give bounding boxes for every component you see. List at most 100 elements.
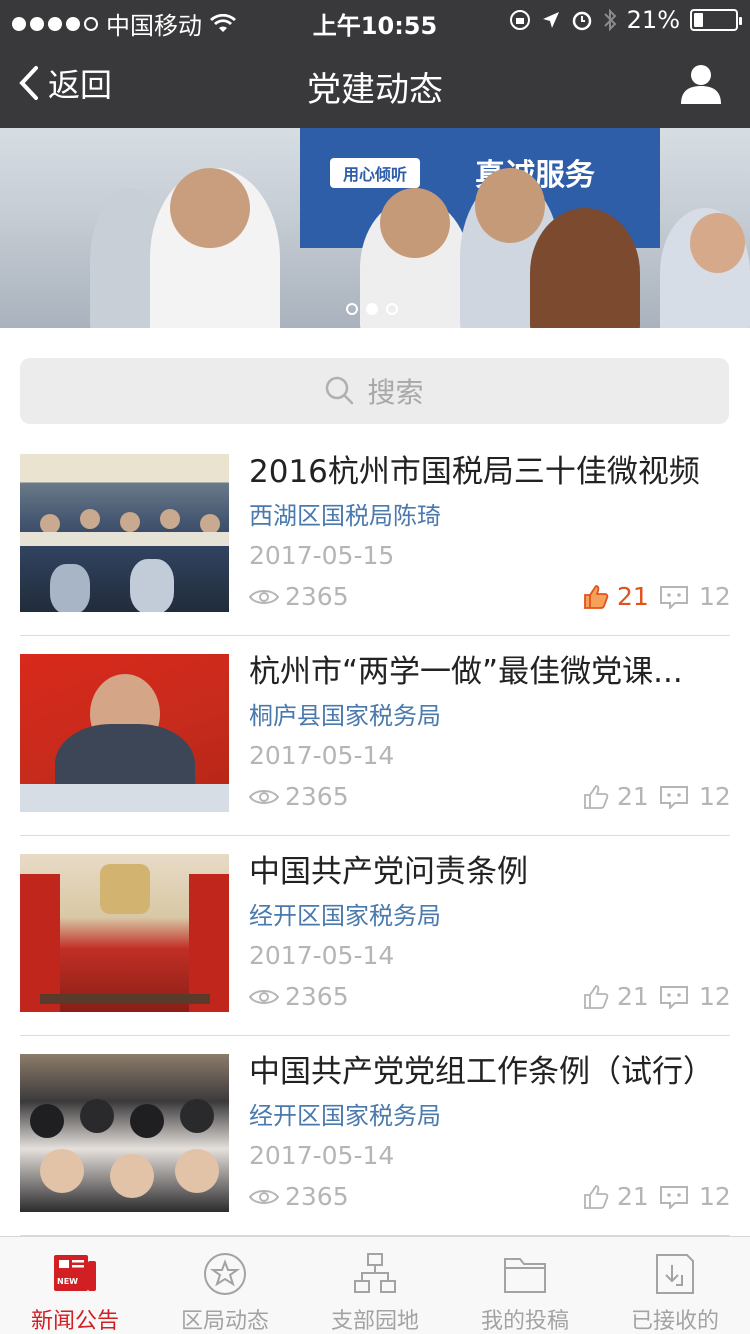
news-source: 西湖区国税局陈琦 [249, 502, 441, 530]
comment-count: 12 [699, 782, 731, 811]
news-date: 2017-05-14 [249, 941, 395, 970]
thumbs-up-icon [584, 984, 609, 1009]
tab-label: 我的投稿 [480, 1309, 569, 1334]
rotation-lock-icon [509, 10, 530, 30]
news-thumbnail [20, 454, 229, 612]
thumbs-up-icon [584, 584, 609, 609]
battery-icon [690, 9, 742, 31]
news-icon: NEW [54, 1255, 96, 1291]
view-count-value: 2365 [285, 782, 349, 811]
like-button[interactable]: 21 [583, 782, 649, 811]
thumbs-up-icon [584, 1184, 609, 1209]
banner-figure [530, 208, 640, 328]
comment-count: 12 [699, 1182, 731, 1211]
view-count: 2365 [249, 582, 349, 611]
tab-branch[interactable]: 支部园地 [300, 1237, 450, 1334]
folder-icon [504, 1258, 546, 1293]
search-placeholder: 搜索 [367, 376, 424, 409]
view-count-value: 2365 [285, 1182, 349, 1211]
search-bar[interactable]: 搜索 [20, 358, 729, 424]
like-count: 21 [617, 782, 649, 811]
comment-icon [660, 985, 688, 1009]
news-info: 中国共产党党组工作条例（试行） 经开区国家税务局 2017-05-14 2365… [249, 1052, 731, 1218]
news-date: 2017-05-14 [249, 1141, 395, 1170]
news-meta: 2365 21 12 [249, 982, 731, 1018]
comment-button[interactable]: 12 [659, 982, 731, 1011]
news-meta: 2365 21 12 [249, 782, 731, 818]
list-item[interactable]: 中国共产党问责条例 经开区国家税务局 2017-05-14 2365 21 12 [20, 836, 731, 1036]
new-badge: NEW [57, 1277, 78, 1286]
news-info: 中国共产党问责条例 经开区国家税务局 2017-05-14 2365 21 12 [249, 852, 731, 1018]
tab-label: 支部园地 [330, 1309, 419, 1334]
carousel-indicator [346, 303, 398, 315]
comment-icon [660, 585, 688, 609]
like-count: 21 [617, 1182, 649, 1211]
org-chart-icon [354, 1253, 396, 1293]
comment-button[interactable]: 12 [659, 582, 731, 611]
banner-sign-left: 用心倾听 [330, 158, 420, 188]
news-source: 经开区国家税务局 [249, 1102, 441, 1130]
like-button[interactable]: 21 [583, 1182, 649, 1211]
tab-label: 已接收的 [630, 1309, 719, 1334]
tab-bar: NEW 新闻公告 区局动态 支部园地 我的投稿 已接收的 [0, 1236, 750, 1334]
news-title[interactable]: 杭州市“两学一做”最佳微党课... [249, 652, 729, 692]
like-count: 21 [617, 982, 649, 1011]
tab-news[interactable]: NEW 新闻公告 [0, 1237, 150, 1334]
news-source: 经开区国家税务局 [249, 902, 441, 930]
list-item[interactable]: 中国共产党党组工作条例（试行） 经开区国家税务局 2017-05-14 2365… [20, 1036, 731, 1236]
inbox-icon [656, 1254, 694, 1294]
alarm-icon [572, 11, 591, 31]
view-count: 2365 [249, 982, 349, 1011]
banner-face [475, 168, 545, 243]
banner-face [170, 168, 250, 248]
list-item[interactable]: 2016杭州市国税局三十佳微视频 西湖区国税局陈琦 2017-05-15 236… [20, 436, 731, 636]
eye-icon [249, 989, 279, 1004]
news-title[interactable]: 中国共产党党组工作条例（试行） [249, 1052, 729, 1092]
battery-percent: 21% [626, 6, 680, 34]
star-refresh-icon [204, 1253, 246, 1295]
news-source: 桐庐县国家税务局 [249, 702, 441, 730]
tab-district[interactable]: 区局动态 [150, 1237, 300, 1334]
news-info: 杭州市“两学一做”最佳微党课... 桐庐县国家税务局 2017-05-14 23… [249, 652, 731, 818]
list-item[interactable]: 杭州市“两学一做”最佳微党课... 桐庐县国家税务局 2017-05-14 23… [20, 636, 731, 836]
news-meta: 2365 21 12 [249, 582, 731, 618]
view-count: 2365 [249, 782, 349, 811]
news-list: 2016杭州市国税局三十佳微视频 西湖区国税局陈琦 2017-05-15 236… [0, 436, 750, 1236]
location-icon [542, 12, 559, 28]
news-title[interactable]: 中国共产党问责条例 [249, 852, 729, 892]
thumbs-up-icon [584, 784, 609, 809]
comment-button[interactable]: 12 [659, 782, 731, 811]
like-button[interactable]: 21 [583, 982, 649, 1011]
banner-carousel[interactable]: 用心倾听 真诚服务 [0, 128, 750, 328]
tab-received[interactable]: 已接收的 [600, 1237, 750, 1334]
status-right: 21% [509, 6, 742, 34]
comment-icon [660, 1185, 688, 1209]
carousel-dot-active[interactable] [366, 303, 378, 315]
search-icon [326, 376, 354, 405]
comment-icon [660, 785, 688, 809]
eye-icon [249, 1189, 279, 1204]
comment-count: 12 [699, 582, 731, 611]
news-meta: 2365 21 12 [249, 1182, 731, 1218]
news-thumbnail [20, 1054, 229, 1212]
user-icon[interactable] [680, 64, 722, 104]
top-bar: 中国移动 上午10:55 21% 返回 党建动态 [0, 0, 750, 128]
eye-icon [249, 589, 279, 604]
like-button[interactable]: 21 [583, 582, 649, 611]
banner-face [690, 213, 745, 273]
tab-submissions[interactable]: 我的投稿 [450, 1237, 600, 1334]
tab-label: 新闻公告 [30, 1309, 119, 1334]
banner-face [380, 188, 450, 258]
news-thumbnail [20, 854, 229, 1012]
comment-button[interactable]: 12 [659, 1182, 731, 1211]
view-count-value: 2365 [285, 582, 349, 611]
like-count: 21 [617, 582, 649, 611]
page-title: 党建动态 [307, 70, 443, 110]
nav-bar: 返回 党建动态 [0, 40, 750, 128]
carousel-dot[interactable] [346, 303, 358, 315]
news-thumbnail [20, 654, 229, 812]
news-title[interactable]: 2016杭州市国税局三十佳微视频 [249, 452, 729, 492]
status-bar: 中国移动 上午10:55 21% [0, 0, 750, 40]
news-date: 2017-05-14 [249, 741, 395, 770]
carousel-dot[interactable] [386, 303, 398, 315]
